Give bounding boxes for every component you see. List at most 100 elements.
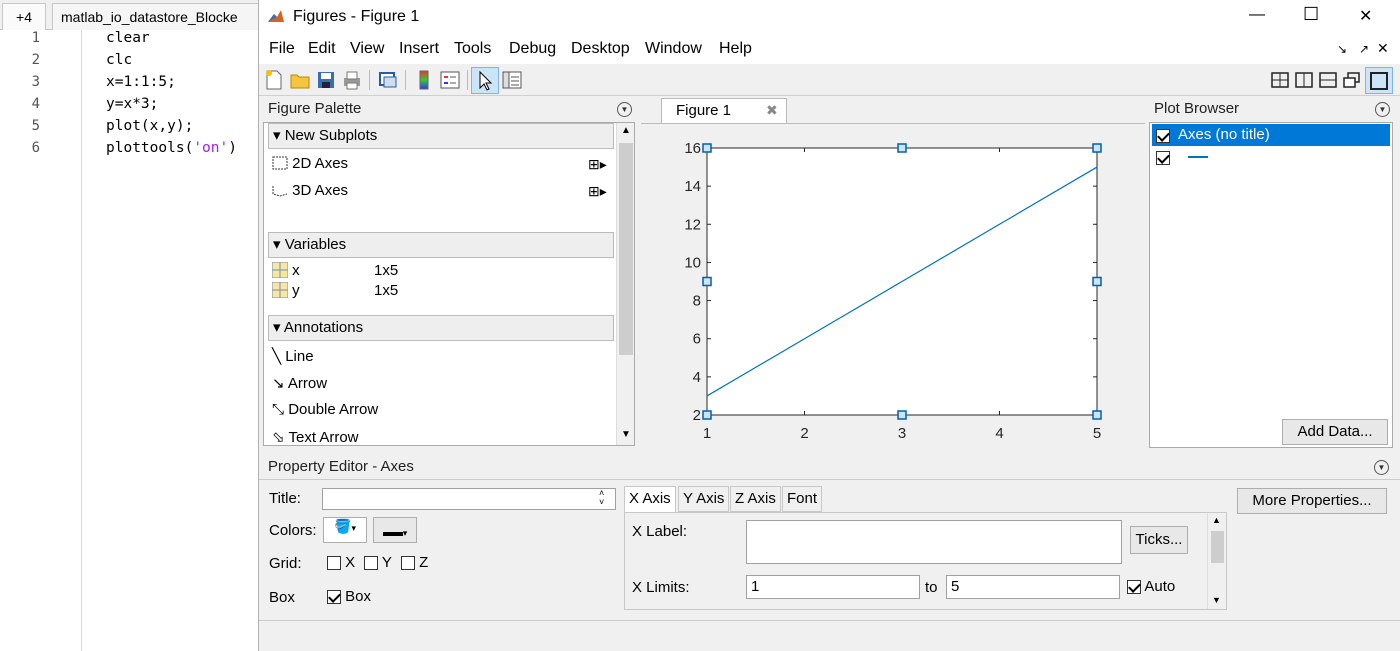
- code-line[interactable]: plottools('on'): [106, 140, 237, 156]
- plot-canvas: 12345246810121416: [641, 123, 1145, 450]
- figure-tab-label: Figure 1: [676, 102, 731, 119]
- palette-menu-icon[interactable]: ▼: [617, 102, 632, 117]
- annotation-double-arrow[interactable]: ⤡ Double Arrow: [272, 401, 378, 418]
- grid-z-checkbox[interactable]: [401, 556, 415, 570]
- undock-icon[interactable]: ↘: [1337, 42, 1347, 56]
- edit-plot-button[interactable]: [471, 67, 499, 94]
- maximize-layout-icon: [1368, 70, 1390, 92]
- tab-z-axis[interactable]: Z Axis: [730, 486, 781, 512]
- xlim-auto-checkbox[interactable]: [1127, 580, 1141, 594]
- colorbar-icon[interactable]: [413, 69, 435, 91]
- annotation-arrow[interactable]: ↘ Arrow: [272, 374, 327, 392]
- maximize-layout-button[interactable]: [1365, 67, 1393, 94]
- tile-rows-icon[interactable]: [1317, 69, 1339, 91]
- grid-x-checkbox[interactable]: [327, 556, 341, 570]
- palette-scrollbar[interactable]: ▲ ▼: [616, 123, 634, 445]
- minimize-button[interactable]: —: [1249, 6, 1265, 24]
- open-folder-icon[interactable]: [289, 69, 311, 91]
- close-doc-icon[interactable]: ✕: [1377, 40, 1389, 57]
- section-annotations[interactable]: ▾ Annotations: [268, 315, 614, 341]
- add-data-button[interactable]: Add Data...: [1282, 419, 1388, 445]
- float-icon[interactable]: [1341, 69, 1363, 91]
- edge-color-button[interactable]: ▾: [373, 517, 417, 543]
- close-tab-icon[interactable]: ✖: [766, 102, 778, 119]
- xlabel-input[interactable]: [746, 520, 1122, 564]
- palette-item-2d-axes[interactable]: 2D Axes: [272, 155, 348, 172]
- menu-insert[interactable]: Insert: [399, 40, 439, 58]
- grid-z[interactable]: Z: [401, 554, 428, 571]
- box-option[interactable]: Box: [327, 588, 371, 605]
- pane-scrollbar[interactable]: ▲ ▼: [1207, 513, 1226, 609]
- tab-x-axis[interactable]: X Axis: [624, 486, 676, 513]
- code-editor[interactable]: +4 matlab_io_datastore_Blocke 1 2 3 4 5 …: [0, 0, 262, 651]
- scroll-down-icon[interactable]: ▼: [1212, 595, 1221, 605]
- tab-file[interactable]: matlab_io_datastore_Blocke: [52, 3, 267, 30]
- scroll-thumb[interactable]: [1211, 531, 1224, 563]
- axes-tree-item[interactable]: Axes (no title): [1152, 124, 1390, 146]
- box-check-label: Box: [345, 588, 371, 605]
- palette-item-3d-axes[interactable]: 3D Axes: [272, 182, 348, 199]
- code-line[interactable]: clc: [106, 52, 132, 68]
- menu-view[interactable]: View: [350, 40, 384, 58]
- tile-columns-icon[interactable]: [1293, 69, 1315, 91]
- code-line[interactable]: y=x*3;: [106, 96, 158, 112]
- figure-palette: Figure Palette ▼ ▾ New Subplots 2D Axes …: [263, 98, 635, 448]
- item-label: Text Arrow: [288, 429, 358, 446]
- plot-browser-title: Plot Browser: [1149, 98, 1393, 120]
- grid-add-icon[interactable]: ⊞▸: [588, 156, 607, 173]
- print-icon[interactable]: [341, 69, 363, 91]
- ticks-button[interactable]: Ticks...: [1130, 526, 1188, 554]
- section-variables[interactable]: ▾ Variables: [268, 232, 614, 258]
- menu-help[interactable]: Help: [719, 40, 752, 58]
- plot-tools-icon[interactable]: [501, 69, 523, 91]
- code-line[interactable]: clear: [106, 30, 150, 46]
- annotation-line[interactable]: ╲ Line: [272, 347, 314, 365]
- code-line[interactable]: x=1:1:5;: [106, 74, 176, 90]
- menu-debug[interactable]: Debug: [509, 40, 556, 58]
- scroll-up-icon[interactable]: ▲: [621, 125, 631, 136]
- code-line[interactable]: plot(x,y);: [106, 118, 193, 134]
- menu-file[interactable]: File: [269, 40, 295, 58]
- xlim-min-input[interactable]: 1: [746, 575, 920, 599]
- line-visible-checkbox[interactable]: [1156, 151, 1170, 165]
- box-checkbox[interactable]: [327, 590, 341, 604]
- grid-y[interactable]: Y: [364, 554, 392, 571]
- dock-icon[interactable]: ↗: [1359, 42, 1369, 56]
- plot-svg[interactable]: 12345246810121416: [641, 124, 1145, 451]
- face-color-button[interactable]: 🪣▾: [323, 517, 367, 543]
- xlim-auto[interactable]: Auto: [1127, 578, 1175, 595]
- xlim-max-input[interactable]: 5: [946, 575, 1120, 599]
- title-input[interactable]: [322, 488, 616, 510]
- tab-y-axis[interactable]: Y Axis: [678, 486, 729, 512]
- save-icon[interactable]: [315, 69, 337, 91]
- axes-visible-checkbox[interactable]: [1156, 129, 1170, 143]
- annotation-text-arrow[interactable]: ⬂ Text Arrow: [272, 428, 359, 446]
- line-tree-item[interactable]: [1156, 149, 1170, 166]
- variable-row-x[interactable]: x: [272, 262, 300, 279]
- scroll-thumb[interactable]: [619, 143, 633, 355]
- property-editor-menu-icon[interactable]: ▼: [1374, 460, 1389, 475]
- menu-tools[interactable]: Tools: [454, 40, 491, 58]
- new-file-icon[interactable]: [263, 69, 285, 91]
- plot-browser-menu-icon[interactable]: ▼: [1375, 102, 1390, 117]
- close-button[interactable]: ✕: [1359, 6, 1372, 26]
- menu-window[interactable]: Window: [645, 40, 702, 58]
- menu-edit[interactable]: Edit: [308, 40, 336, 58]
- scroll-up-icon[interactable]: ▲: [1212, 515, 1221, 525]
- maximize-button[interactable]: ☐: [1303, 4, 1319, 25]
- section-new-subplots[interactable]: ▾ New Subplots: [268, 123, 614, 149]
- grid-x[interactable]: X: [327, 554, 355, 571]
- grid-add-icon[interactable]: ⊞▸: [588, 183, 607, 200]
- link-figure-icon[interactable]: [377, 69, 399, 91]
- tile-grid-icon[interactable]: [1269, 69, 1291, 91]
- figure-tab[interactable]: Figure 1 ✖: [661, 98, 787, 124]
- scroll-down-icon[interactable]: ▼: [621, 429, 631, 440]
- legend-icon[interactable]: [439, 69, 461, 91]
- grid-y-checkbox[interactable]: [364, 556, 378, 570]
- tab-font[interactable]: Font: [782, 486, 822, 512]
- menu-desktop[interactable]: Desktop: [571, 40, 630, 58]
- tab-overflow[interactable]: +4: [2, 3, 46, 30]
- variable-row-y[interactable]: y: [272, 282, 300, 299]
- title-spinner-icon[interactable]: ˄˅: [599, 489, 604, 507]
- more-properties-button[interactable]: More Properties...: [1237, 488, 1387, 514]
